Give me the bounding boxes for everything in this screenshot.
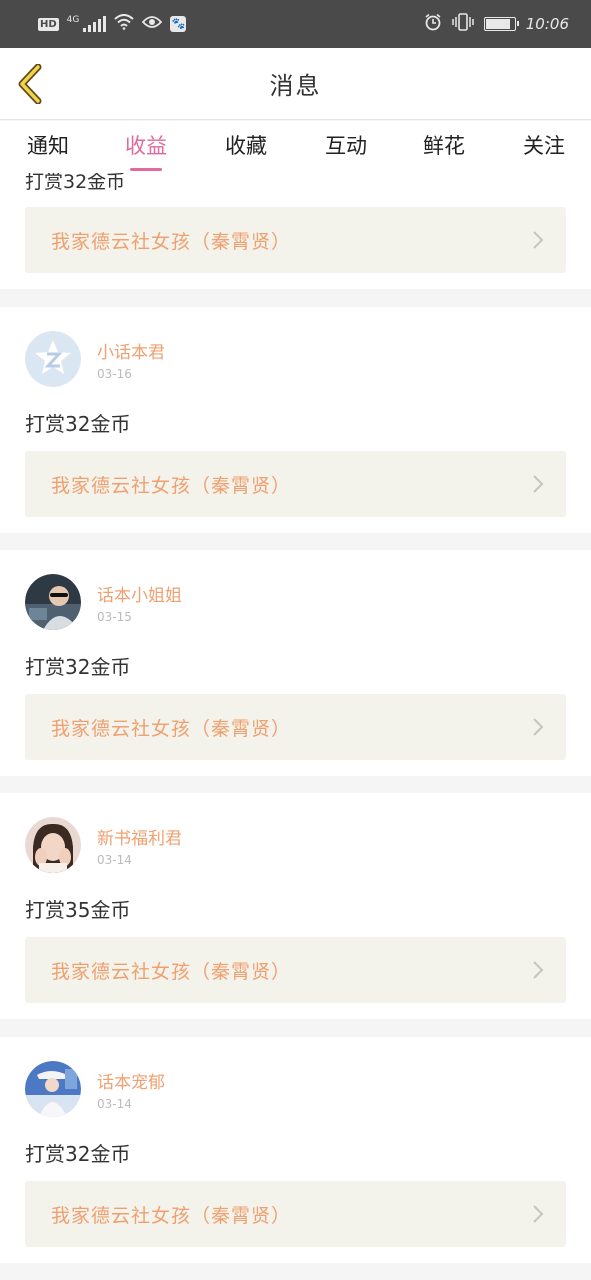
network-type: 4G: [66, 15, 80, 25]
book-title: 我家德云社女孩（秦霄贤）: [51, 231, 292, 253]
reward-text: 打赏32金币: [25, 412, 131, 436]
tab-label: 通知: [27, 134, 69, 158]
list-item: 打赏32金币 我家德云社女孩（秦霄贤）: [0, 173, 591, 289]
list-item: 新书福利君 03-14 打赏35金币 我家德云社女孩（秦霄贤）: [0, 793, 591, 1019]
list-item: 话本宠郁 03-14 打赏32金币 我家德云社女孩（秦霄贤）: [0, 1037, 591, 1263]
reward-text: 打赏32金币: [25, 1142, 131, 1166]
book-link[interactable]: 我家德云社女孩（秦霄贤）: [25, 451, 566, 517]
tab-following[interactable]: 关注: [504, 121, 584, 173]
username[interactable]: 话本小姐姐: [97, 581, 182, 606]
eye-icon: [142, 15, 163, 33]
book-link[interactable]: 我家德云社女孩（秦霄贤）: [25, 207, 566, 273]
earnings-feed[interactable]: 打赏32金币 我家德云社女孩（秦霄贤） 小话本君 03-16 打赏32金币 我家…: [0, 173, 591, 1280]
tab-label: 互动: [325, 134, 367, 158]
avatar[interactable]: [25, 331, 81, 387]
chevron-right-icon: [533, 1205, 544, 1223]
avatar[interactable]: [25, 1061, 81, 1117]
battery-icon: [483, 17, 519, 31]
back-button[interactable]: [14, 63, 48, 105]
username[interactable]: 小话本君: [97, 338, 165, 363]
tab-notifications[interactable]: 通知: [8, 121, 88, 173]
book-link[interactable]: 我家德云社女孩（秦霄贤）: [25, 694, 566, 760]
page-title: 消息: [269, 72, 322, 100]
wifi-icon: [114, 14, 135, 34]
header: 消息: [0, 48, 591, 120]
user-photo-avatar-icon: [25, 574, 81, 630]
list-item: 小话本君 03-16 打赏32金币 我家德云社女孩（秦霄贤）: [0, 307, 591, 533]
username[interactable]: 话本宠郁: [97, 1068, 165, 1093]
app-logo-avatar-icon: [25, 331, 81, 387]
vibrate-icon: [452, 13, 474, 35]
chevron-right-icon: [533, 961, 544, 979]
user-photo-avatar-icon: [25, 1061, 81, 1117]
book-title: 我家德云社女孩（秦霄贤）: [51, 475, 292, 497]
tab-interactions[interactable]: 互动: [306, 121, 386, 173]
user-photo-avatar-icon: [25, 817, 81, 873]
book-title: 我家德云社女孩（秦霄贤）: [51, 718, 292, 740]
signal-icon: [83, 16, 107, 32]
reward-text: 打赏32金币: [25, 173, 126, 193]
list-item: 话本小姐姐 03-15 打赏32金币 我家德云社女孩（秦霄贤）: [0, 550, 591, 776]
battery-level: [485, 19, 510, 29]
chevron-right-icon: [533, 475, 544, 493]
reward-text: 打赏32金币: [25, 655, 131, 679]
tab-label: 关注: [523, 134, 565, 158]
active-tab-indicator: [130, 168, 162, 171]
reward-text: 打赏35金币: [25, 898, 131, 922]
username[interactable]: 新书福利君: [97, 824, 182, 849]
book-title: 我家德云社女孩（秦霄贤）: [51, 1205, 292, 1227]
chevron-right-icon: [533, 718, 544, 736]
baidu-app-icon: 🐾: [170, 16, 187, 32]
book-title: 我家德云社女孩（秦霄贤）: [51, 961, 292, 983]
tab-flowers[interactable]: 鲜花: [404, 121, 484, 173]
hd-indicator: HD: [38, 17, 59, 31]
tab-bar: 通知 收益 收藏 互动 鲜花 关注: [0, 121, 591, 173]
clock: 10:06: [525, 15, 569, 33]
tab-label: 鲜花: [423, 134, 465, 158]
back-arrow-icon: [18, 63, 42, 105]
tab-label: 收益: [125, 134, 167, 158]
alarm-icon: [424, 13, 442, 35]
chevron-right-icon: [533, 231, 544, 249]
tab-earnings[interactable]: 收益: [106, 121, 186, 173]
tab-favorites[interactable]: 收藏: [206, 121, 286, 173]
date: 03-14: [97, 853, 132, 867]
avatar[interactable]: [25, 817, 81, 873]
date: 03-16: [97, 367, 132, 381]
book-link[interactable]: 我家德云社女孩（秦霄贤）: [25, 937, 566, 1003]
date: 03-15: [97, 610, 132, 624]
avatar[interactable]: [25, 574, 81, 630]
date: 03-14: [97, 1097, 132, 1111]
book-link[interactable]: 我家德云社女孩（秦霄贤）: [25, 1181, 566, 1247]
tab-label: 收藏: [225, 134, 267, 158]
status-bar: HD 4G 🐾 10:06: [0, 0, 591, 48]
